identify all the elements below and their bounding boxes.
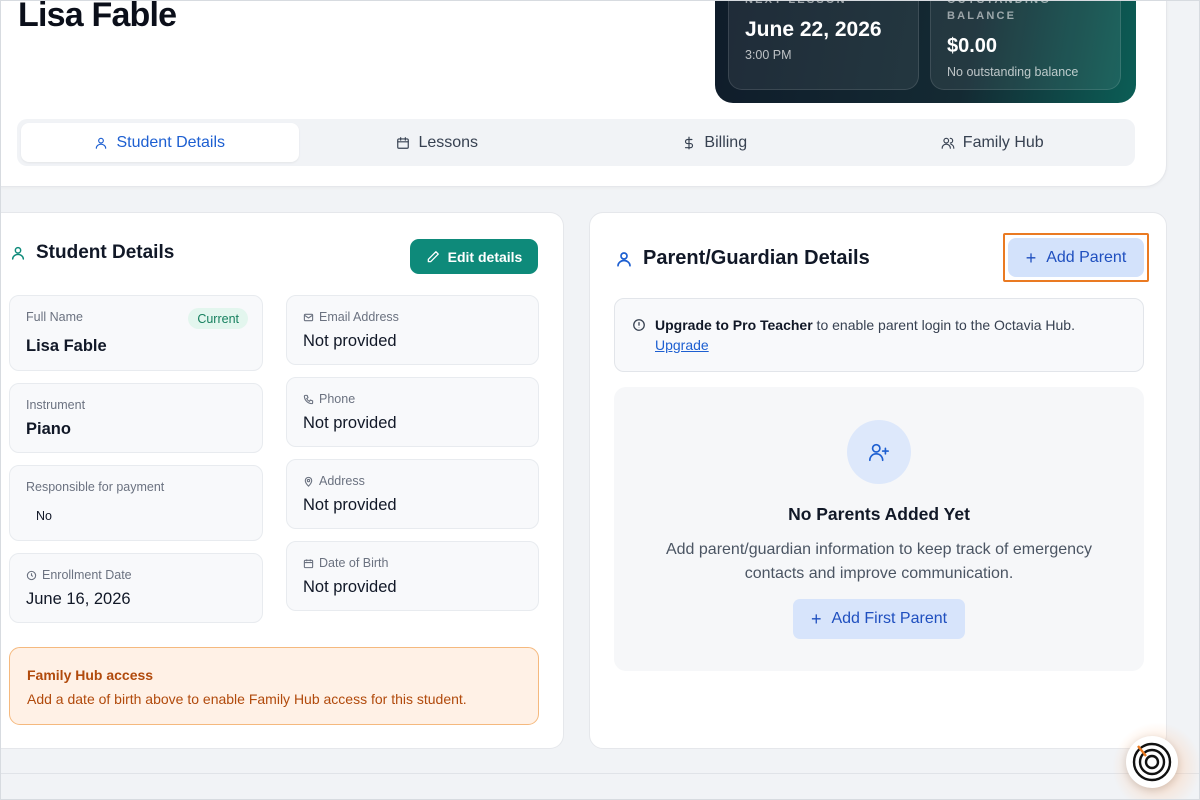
responsible-payment-field: Responsible for payment No bbox=[9, 465, 263, 541]
calendar-icon bbox=[303, 558, 314, 568]
add-first-parent-label: Add First Parent bbox=[831, 610, 948, 627]
edit-details-label: Edit details bbox=[447, 248, 523, 265]
empty-description: Add parent/guardian information to keep … bbox=[665, 541, 1093, 582]
tab-billing[interactable]: Billing bbox=[576, 123, 854, 162]
phone-field: Phone Not provided bbox=[286, 377, 539, 447]
add-parent-button[interactable]: + Add Parent bbox=[1008, 238, 1144, 277]
parent-details-heading: Parent/Guardian Details bbox=[615, 247, 870, 270]
field-label: Phone bbox=[303, 392, 355, 406]
field-label: Responsible for payment bbox=[26, 480, 165, 494]
label-text: Enrollment Date bbox=[42, 568, 132, 582]
field-label: Instrument bbox=[26, 398, 86, 412]
field-value: Piano bbox=[26, 420, 71, 438]
upgrade-notice: Upgrade to Pro Teacher to enable parent … bbox=[614, 298, 1144, 372]
tab-family-hub[interactable]: Family Hub bbox=[854, 123, 1132, 162]
field-label: Enrollment Date bbox=[26, 568, 132, 582]
label-text: Date of Birth bbox=[319, 556, 389, 570]
next-lesson-card: NEXT LESSON June 22, 2026 3:00 PM bbox=[728, 0, 919, 90]
field-label: Full Name bbox=[26, 310, 83, 324]
info-icon bbox=[633, 319, 645, 331]
pencil-icon bbox=[427, 250, 439, 262]
tab-label: Billing bbox=[704, 133, 748, 151]
address-field: Address Not provided bbox=[286, 459, 539, 529]
field-value: June 16, 2026 bbox=[26, 590, 131, 608]
clock-icon bbox=[26, 570, 37, 580]
label-text: Address bbox=[319, 474, 365, 488]
student-header-card: Lisa Fable NEXT LESSON June 22, 2026 3:0… bbox=[0, 0, 1167, 187]
field-value: Not provided bbox=[303, 496, 397, 514]
field-value: Not provided bbox=[303, 332, 397, 350]
user-icon bbox=[617, 251, 631, 267]
help-launcher-button[interactable] bbox=[1126, 736, 1178, 788]
dollar-icon bbox=[685, 136, 694, 149]
empty-title: No Parents Added Yet bbox=[788, 504, 970, 524]
field-label: Address bbox=[303, 474, 365, 488]
user-plus-icon bbox=[847, 420, 911, 484]
next-lesson-time: 3:00 PM bbox=[745, 48, 792, 62]
upgrade-text: Upgrade to Pro Teacher to enable parent … bbox=[655, 317, 1075, 333]
calendar-icon bbox=[397, 136, 410, 149]
family-hub-alert: Family Hub access Add a date of birth ab… bbox=[9, 647, 539, 725]
balance-label: OUTSTANDING BALANCE bbox=[947, 0, 1052, 22]
empty-parents-panel: No Parents Added Yet Add parent/guardian… bbox=[614, 387, 1144, 671]
label-text: Phone bbox=[319, 392, 356, 406]
tab-lessons[interactable]: Lessons bbox=[299, 123, 577, 162]
stats-panel: NEXT LESSON June 22, 2026 3:00 PM OUTSTA… bbox=[715, 0, 1136, 103]
field-label: Email Address bbox=[303, 310, 399, 324]
footer-divider bbox=[0, 773, 1200, 774]
balance-card: OUTSTANDING BALANCE $0.00 No outstanding… bbox=[930, 0, 1121, 90]
section-title-text: Parent/Guardian Details bbox=[643, 247, 870, 269]
add-parent-label: Add Parent bbox=[1046, 248, 1127, 266]
tab-label: Family Hub bbox=[962, 133, 1044, 151]
field-value: No bbox=[36, 509, 52, 523]
add-first-parent-button[interactable]: + Add First Parent bbox=[793, 599, 965, 639]
date-of-birth-field: Date of Birth Not provided bbox=[286, 541, 539, 611]
edit-details-button[interactable]: Edit details bbox=[410, 239, 538, 274]
instrument-field: Instrument Piano bbox=[9, 383, 263, 453]
mail-icon bbox=[303, 313, 314, 321]
upgrade-rest: to enable parent login to the Octavia Hu… bbox=[812, 317, 1075, 333]
field-value: Not provided bbox=[303, 414, 397, 432]
tab-label: Lessons bbox=[418, 133, 479, 151]
tab-bar: Student Details Lessons Billing Family H… bbox=[17, 119, 1135, 166]
plus-icon: + bbox=[1025, 247, 1037, 268]
alert-title: Family Hub access bbox=[27, 667, 154, 683]
alert-text: Add a date of birth above to enable Fami… bbox=[27, 691, 467, 707]
section-title-text: Student Details bbox=[36, 242, 175, 263]
tab-label: Student Details bbox=[116, 133, 225, 151]
tab-student-details[interactable]: Student Details bbox=[21, 123, 299, 162]
next-lesson-date: June 22, 2026 bbox=[745, 18, 882, 41]
student-details-heading: Student Details bbox=[10, 242, 174, 264]
page-title: Lisa Fable bbox=[18, 0, 177, 34]
next-lesson-label: NEXT LESSON bbox=[745, 0, 847, 6]
field-value: Not provided bbox=[303, 578, 397, 596]
balance-note: No outstanding balance bbox=[947, 65, 1079, 79]
student-details-card: Student Details Edit details Full Name C… bbox=[0, 212, 564, 749]
email-field: Email Address Not provided bbox=[286, 295, 539, 365]
label-text: Email Address bbox=[319, 310, 399, 324]
phone-icon bbox=[303, 394, 314, 404]
user-icon bbox=[96, 137, 107, 149]
user-icon bbox=[11, 246, 25, 260]
full-name-field: Full Name Current Lisa Fable bbox=[9, 295, 263, 371]
octavia-logo-icon bbox=[1132, 742, 1172, 782]
status-badge: Current bbox=[188, 308, 248, 329]
parent-guardian-card: Parent/Guardian Details + Add Parent Upg… bbox=[589, 212, 1167, 749]
map-pin-icon bbox=[304, 476, 313, 487]
users-icon bbox=[941, 137, 955, 149]
balance-value: $0.00 bbox=[947, 35, 998, 57]
upgrade-bold: Upgrade to Pro Teacher bbox=[655, 317, 813, 333]
field-value: Lisa Fable bbox=[26, 337, 107, 355]
field-label: Date of Birth bbox=[303, 556, 388, 570]
plus-icon: + bbox=[810, 609, 822, 629]
upgrade-link[interactable]: Upgrade bbox=[655, 337, 709, 353]
enrollment-date-field: Enrollment Date June 16, 2026 bbox=[9, 553, 263, 623]
